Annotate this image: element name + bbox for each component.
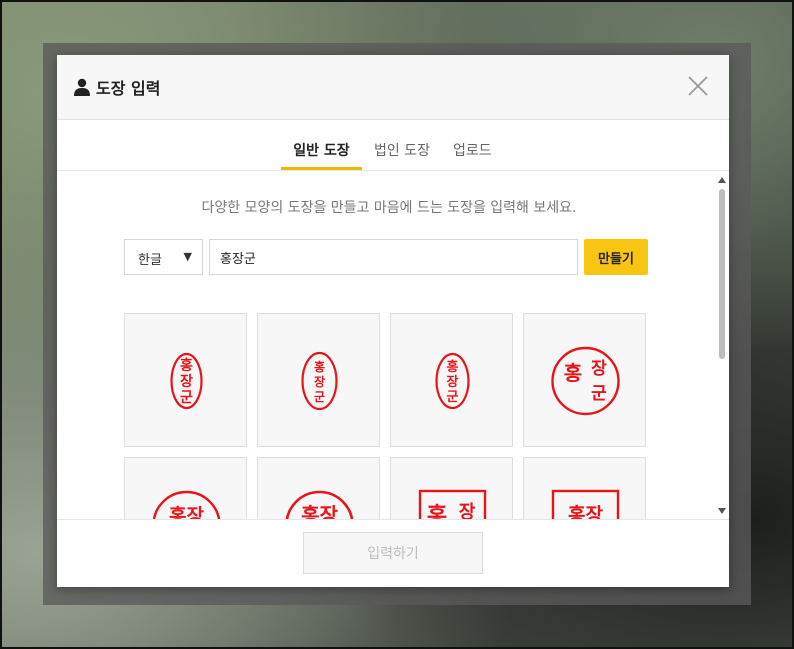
svg-text:군: 군 — [591, 384, 607, 404]
svg-text:군: 군 — [314, 390, 325, 404]
svg-text:홍: 홍 — [564, 361, 582, 385]
stamp-square-seal-script: 홍 장 군 — [418, 489, 487, 520]
dialog-title-group: 도장 입력 — [74, 75, 160, 99]
svg-text:홍장: 홍장 — [301, 503, 338, 520]
dialog-header: 도장 입력 — [57, 55, 729, 120]
tab-upload[interactable]: 업로드 — [453, 140, 492, 170]
svg-text:홍장: 홍장 — [568, 503, 603, 520]
svg-text:장: 장 — [314, 375, 325, 389]
caret-down-icon: ▼ — [183, 250, 192, 263]
instruction-text: 다양한 모양의 도장을 만들고 마음에 드는 도장을 입력해 보세요. — [201, 200, 577, 216]
stamp-option[interactable]: 홍 장 군 — [124, 313, 247, 447]
scroll-thumb[interactable] — [719, 189, 725, 359]
name-input[interactable] — [209, 239, 578, 275]
scroll-up-arrow-icon[interactable] — [718, 177, 726, 183]
dialog-title: 도장 입력 — [96, 79, 161, 98]
svg-text:홍장: 홍장 — [169, 504, 204, 520]
stamp-oval-plain: 홍 장 군 — [301, 351, 338, 411]
stamp-option[interactable]: 홍장 군 — [257, 457, 380, 520]
stamp-input-dialog: 도장 입력 일반 도장 법인 도장 업로드 다양한 모양의 도장을 만들고 마음… — [57, 55, 729, 587]
svg-text:장: 장 — [591, 359, 607, 379]
stamp-square-plain: 홍장 군 — [551, 489, 620, 520]
svg-text:군: 군 — [180, 390, 193, 406]
svg-text:군: 군 — [447, 390, 459, 405]
dialog-footer: 입력하기 — [57, 519, 729, 587]
svg-text:홍: 홍 — [447, 359, 459, 375]
stamp-option[interactable]: 홍 장 군 — [390, 313, 513, 447]
svg-text:홍: 홍 — [427, 503, 447, 520]
stamp-circle-bold: 홍장 군 — [285, 490, 354, 520]
stamp-circle-plain: 홍장 군 — [152, 490, 221, 520]
stamp-oval-bold: 홍 장 군 — [435, 352, 470, 410]
language-select[interactable]: 한글 ▼ — [124, 239, 203, 275]
stamp-oval-seal-script: 홍 장 군 — [170, 352, 203, 410]
svg-text:장: 장 — [447, 374, 459, 390]
stamp-type-tabs: 일반 도장 법인 도장 업로드 — [57, 120, 729, 171]
stamp-circle-seal-script: 홍 장 군 — [551, 346, 620, 416]
content-scrollbar[interactable] — [715, 171, 729, 520]
stamp-option[interactable]: 홍장 군 — [124, 457, 247, 520]
svg-text:장: 장 — [459, 502, 476, 520]
scroll-down-arrow-icon[interactable] — [718, 508, 726, 514]
tab-general-stamp[interactable]: 일반 도장 — [281, 140, 362, 170]
svg-text:홍: 홍 — [180, 357, 193, 374]
dialog-content: 다양한 모양의 도장을 만들고 마음에 드는 도장을 입력해 보세요. 한글 ▼… — [57, 171, 729, 520]
stamp-option[interactable]: 홍 장 군 — [390, 457, 513, 520]
make-button[interactable]: 만들기 — [584, 239, 648, 275]
person-icon — [74, 78, 90, 96]
stamp-option[interactable]: 홍 장 군 — [523, 313, 646, 447]
language-select-value: 한글 — [138, 253, 162, 268]
submit-button[interactable]: 입력하기 — [303, 532, 483, 574]
close-icon[interactable] — [687, 75, 709, 97]
tab-corporate-stamp[interactable]: 법인 도장 — [374, 140, 430, 170]
stamp-option[interactable]: 홍 장 군 — [257, 313, 380, 447]
svg-text:장: 장 — [180, 373, 193, 390]
svg-text:홍: 홍 — [314, 359, 325, 374]
stamp-option[interactable]: 홍장 군 — [523, 457, 646, 520]
